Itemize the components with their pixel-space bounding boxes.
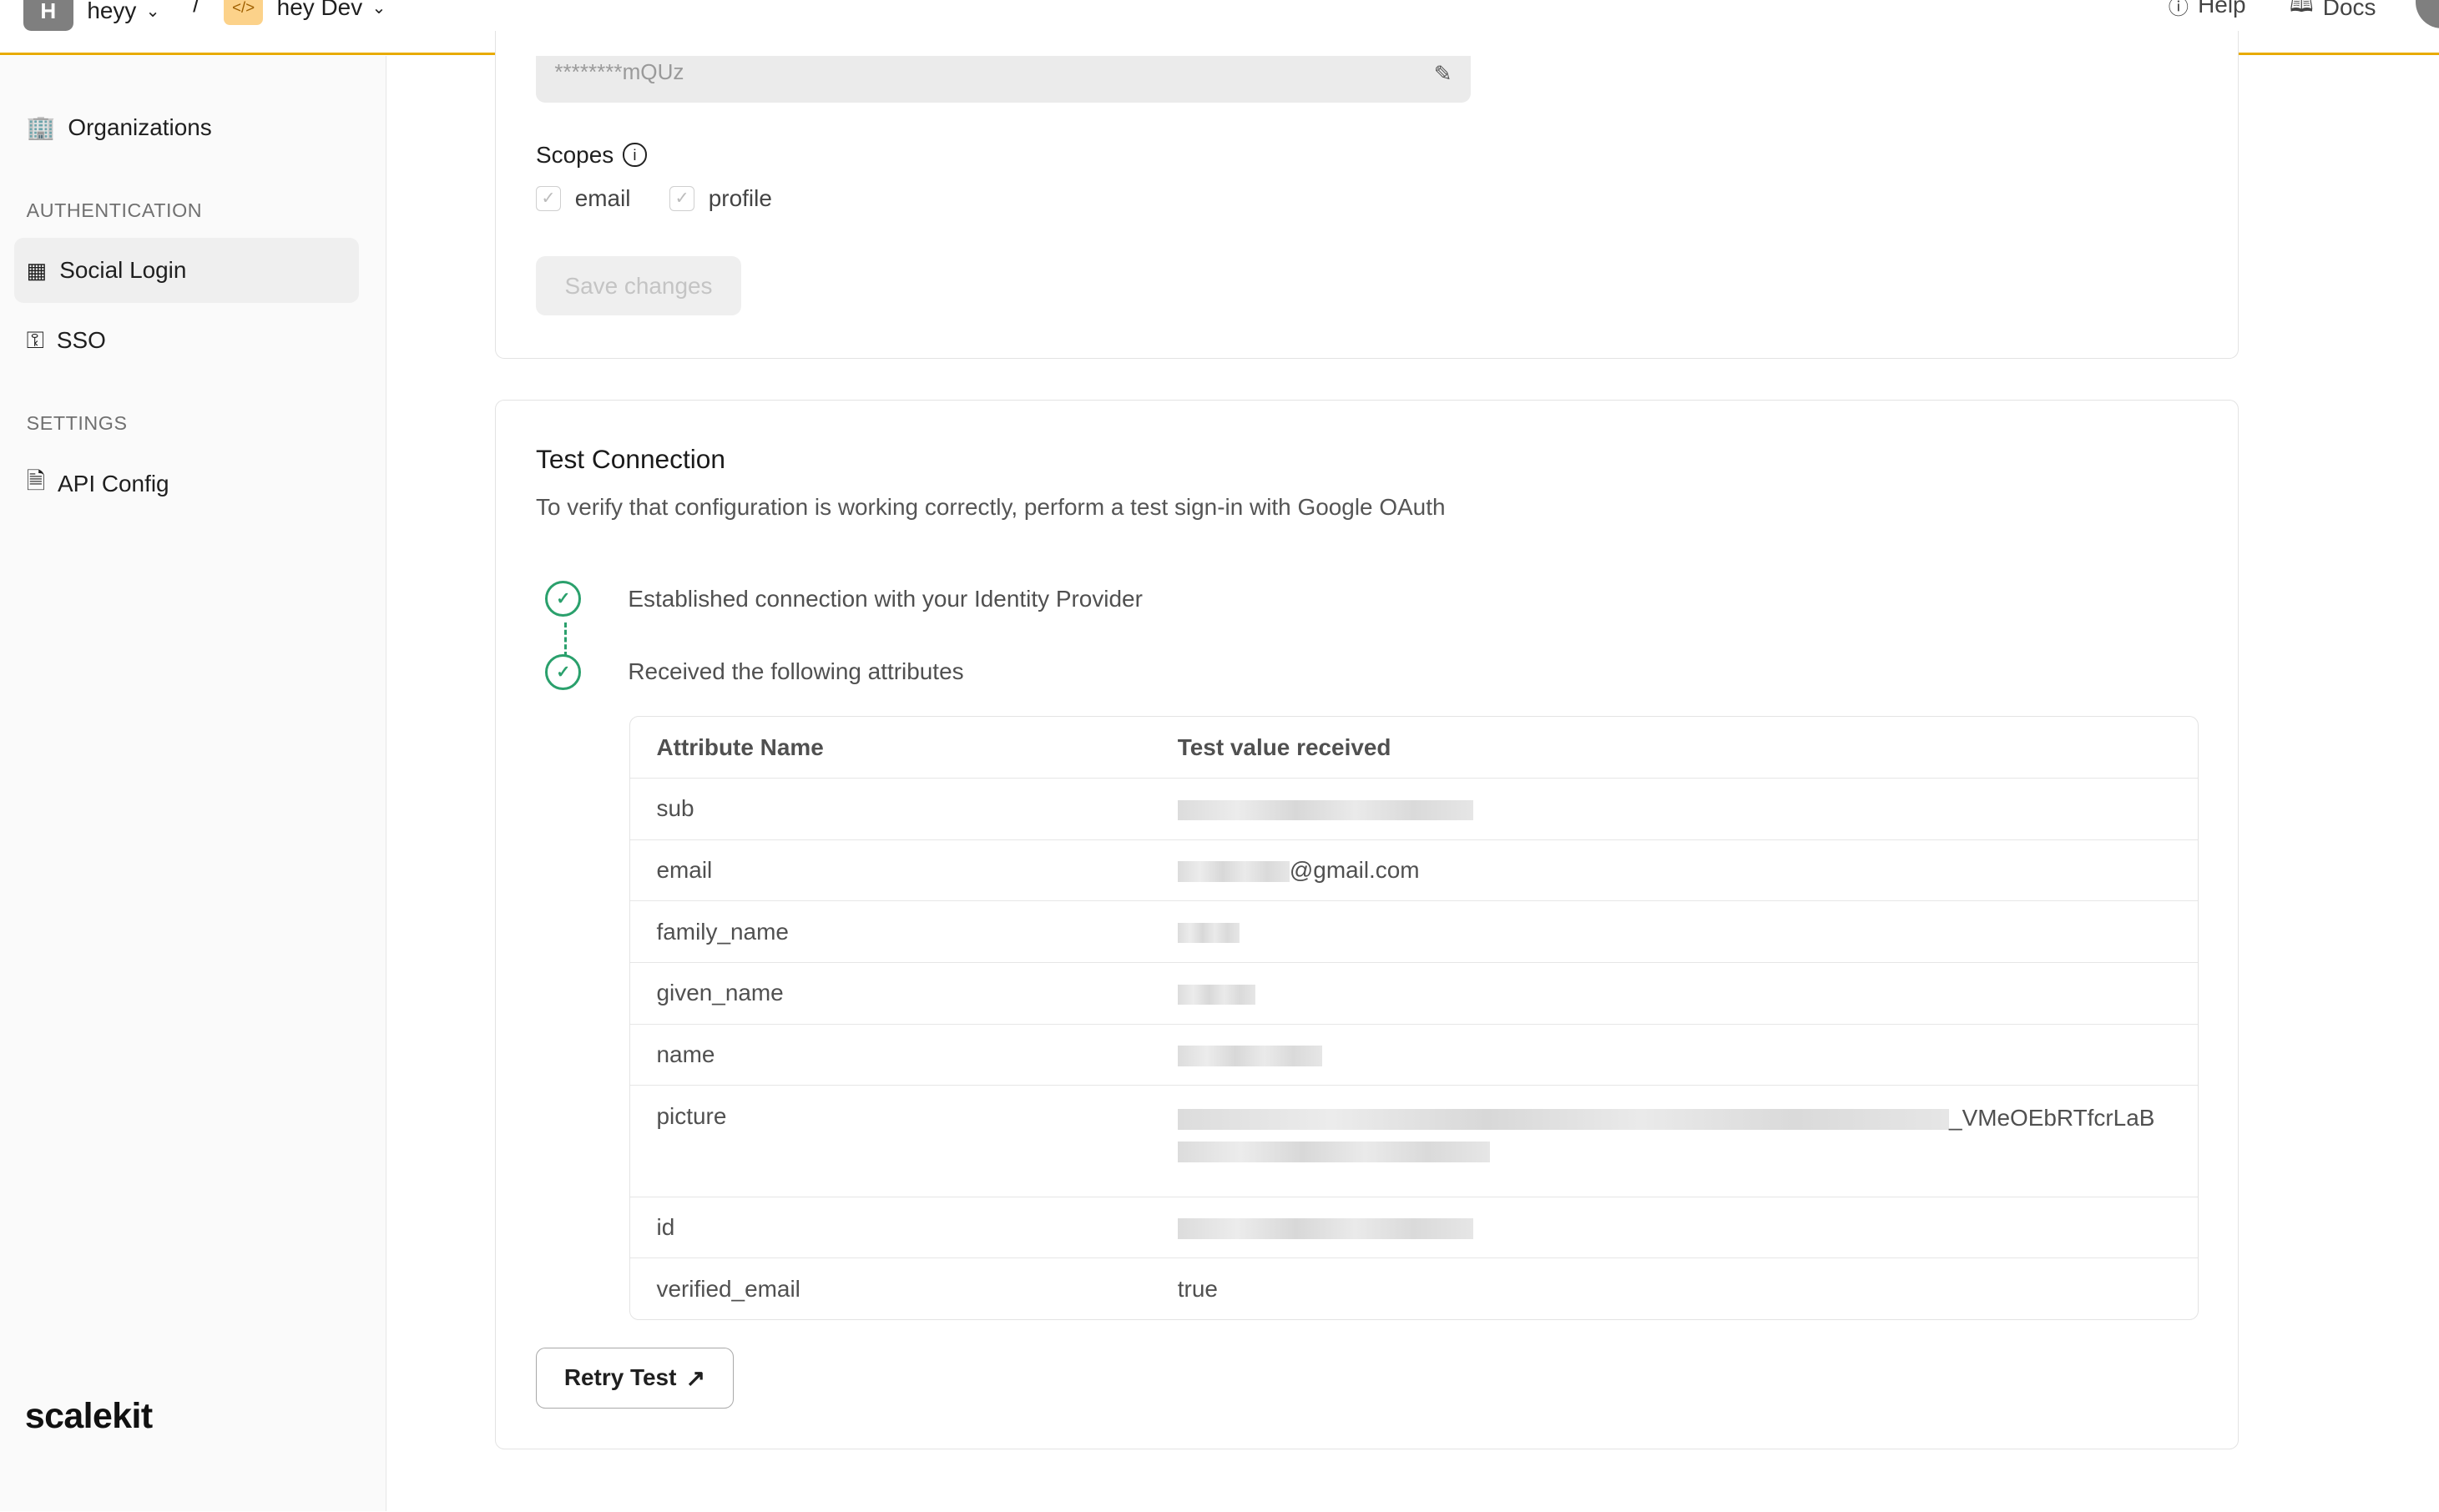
user-avatar[interactable] bbox=[2416, 0, 2439, 28]
sidebar-item-label: Organizations bbox=[68, 113, 212, 140]
table-row: email @gmail.com bbox=[629, 839, 2199, 901]
attr-value: _VMeOEbRTfcrLaB bbox=[1949, 1104, 2155, 1131]
attributes-table: Attribute Name Test value received sub e… bbox=[629, 716, 2199, 1320]
section-settings: SETTINGS bbox=[26, 411, 128, 434]
workspace-switcher[interactable]: H heyy ⌄ bbox=[23, 0, 160, 32]
header-attribute-name: Attribute Name bbox=[656, 733, 824, 760]
step-attributes: ✓ Received the following attributes bbox=[545, 653, 964, 690]
help-link[interactable]: ⓘ Help bbox=[2169, 0, 2246, 20]
sidebar-item-label: API Config bbox=[58, 470, 169, 496]
table-row: name bbox=[629, 1023, 2199, 1086]
config-card: ********mQUz ✎ Scopes i ✓ email ✓ profil… bbox=[494, 31, 2239, 360]
redacted-value bbox=[1177, 799, 1473, 820]
test-connection-card: Test Connection To verify that configura… bbox=[494, 399, 2239, 1449]
attr-name: email bbox=[629, 839, 1178, 901]
info-icon[interactable]: i bbox=[623, 143, 647, 167]
scope-label: email bbox=[574, 184, 631, 211]
scalekit-logo: scalekit bbox=[24, 1396, 153, 1437]
redacted-value bbox=[1177, 861, 1290, 882]
attr-value: true bbox=[1177, 1257, 2199, 1319]
breadcrumb-separator: / bbox=[193, 0, 199, 17]
attr-value: @gmail.com bbox=[1289, 856, 1420, 883]
header-test-value: Test value received bbox=[1177, 733, 1391, 760]
retry-test-button[interactable]: Retry Test ↗ bbox=[536, 1347, 734, 1409]
table-row: id bbox=[629, 1196, 2199, 1258]
save-changes-button[interactable]: Save changes bbox=[536, 256, 741, 316]
check-icon: ✓ bbox=[669, 185, 694, 211]
external-link-icon: ↗ bbox=[685, 1364, 705, 1391]
scope-profile-checkbox[interactable]: ✓ profile bbox=[669, 185, 772, 212]
redacted-value bbox=[1177, 1046, 1323, 1066]
attr-name: family_name bbox=[629, 900, 1178, 962]
environment-name: hey Dev bbox=[276, 0, 363, 21]
table-row: family_name bbox=[629, 900, 2199, 962]
docs-link[interactable]: 🕮 Docs bbox=[2290, 0, 2376, 25]
help-label: Help bbox=[2198, 0, 2246, 18]
workspace-avatar: H bbox=[23, 0, 73, 32]
help-circle-icon: ⓘ bbox=[2168, 0, 2189, 19]
scopes-label: Scopes bbox=[536, 141, 614, 168]
code-icon: </> bbox=[224, 0, 263, 25]
attr-name: id bbox=[629, 1196, 1178, 1258]
scopes-label-row: Scopes i bbox=[536, 142, 647, 169]
workspace-name: heyy bbox=[87, 0, 137, 24]
chevron-up-down-icon: ⌄ bbox=[145, 1, 160, 21]
sidebar-item-sso[interactable]: ⚿ SSO bbox=[14, 308, 360, 373]
attr-name: verified_email bbox=[629, 1257, 1178, 1319]
attr-name: given_name bbox=[629, 961, 1178, 1024]
table-row: picture _VMeOEbRTfcrLaB bbox=[629, 1085, 2199, 1196]
step-connection: ✓ Established connection with your Ident… bbox=[545, 581, 1143, 617]
check-circle-icon: ✓ bbox=[545, 653, 582, 690]
retry-label: Retry Test bbox=[563, 1364, 677, 1391]
scope-label: profile bbox=[708, 184, 772, 211]
attr-name: picture bbox=[629, 1085, 1178, 1196]
sidebar-item-label: Social Login bbox=[59, 257, 187, 284]
sidebar-item-label: SSO bbox=[56, 327, 106, 354]
section-authentication: AUTHENTICATION bbox=[26, 199, 203, 221]
key-icon: ⚿ bbox=[26, 326, 44, 353]
grid-icon: ▦ bbox=[26, 257, 48, 283]
sidebar-item-api-config[interactable]: 🗎 API Config bbox=[14, 451, 360, 516]
environment-switcher[interactable]: </> hey Dev ⌄ bbox=[224, 0, 386, 25]
client-secret-field[interactable]: ********mQUz ✎ bbox=[536, 56, 1471, 103]
redacted-value bbox=[1177, 923, 1240, 944]
step-label: Received the following attributes bbox=[628, 658, 964, 685]
step-connector bbox=[563, 622, 567, 658]
redacted-value bbox=[1177, 984, 1255, 1005]
file-code-icon: 🗎 bbox=[26, 467, 46, 494]
client-secret-value: ********mQUz bbox=[554, 58, 684, 84]
test-connection-title: Test Connection bbox=[536, 444, 726, 475]
table-row: given_name bbox=[629, 961, 2199, 1024]
building-icon: 🏢 bbox=[26, 114, 56, 141]
check-icon: ✓ bbox=[536, 185, 561, 211]
step-label: Established connection with your Identit… bbox=[628, 585, 1143, 612]
attr-name: name bbox=[629, 1023, 1178, 1086]
sidebar-item-organizations[interactable]: 🏢 Organizations bbox=[14, 95, 360, 160]
docs-label: Docs bbox=[2322, 0, 2376, 21]
attr-name: sub bbox=[629, 777, 1178, 839]
test-connection-description: To verify that configuration is working … bbox=[536, 493, 1446, 520]
pencil-icon[interactable]: ✎ bbox=[1434, 61, 1452, 87]
scope-email-checkbox[interactable]: ✓ email bbox=[536, 185, 630, 212]
check-circle-icon: ✓ bbox=[545, 581, 582, 617]
chevron-up-down-icon: ⌄ bbox=[371, 0, 386, 18]
redacted-value bbox=[1177, 1218, 1473, 1239]
table-header: Attribute Name Test value received bbox=[630, 717, 2198, 778]
table-row: sub bbox=[629, 777, 2199, 839]
redacted-value bbox=[1177, 1142, 1491, 1162]
sidebar-item-social-login[interactable]: ▦ Social Login bbox=[13, 238, 360, 304]
redacted-value bbox=[1177, 1109, 1950, 1130]
book-icon: 🕮 bbox=[2290, 0, 2314, 17]
sidebar: 🏢 Organizations AUTHENTICATION ▦ Social … bbox=[0, 56, 387, 1512]
table-row: verified_email true bbox=[629, 1257, 2199, 1319]
